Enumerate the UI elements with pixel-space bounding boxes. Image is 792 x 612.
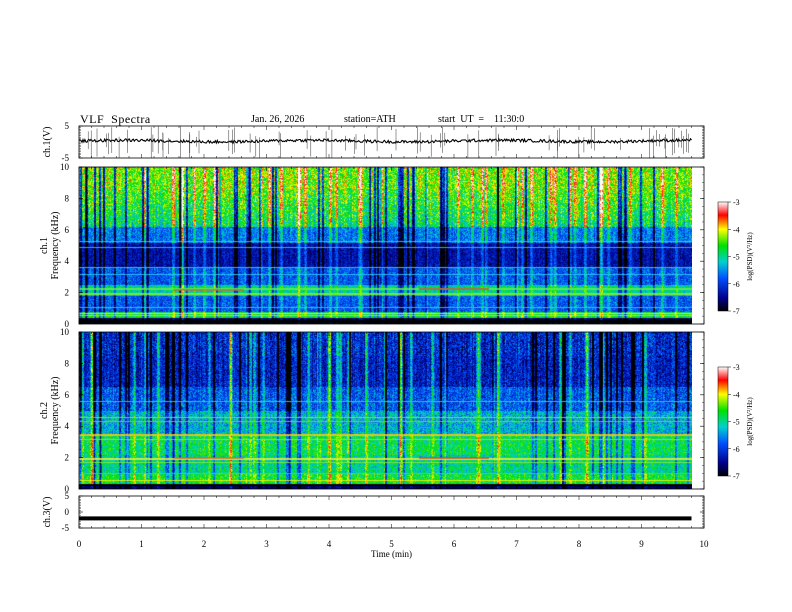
ch1-spectrogram-image-canvas — [79, 167, 692, 324]
ch1-spectrogram-image — [79, 167, 692, 324]
ch2-spectrogram-image-canvas — [79, 332, 692, 489]
ch1-wave-y-tick-label: 5 — [65, 121, 70, 131]
ch1-colorbar-label: log(PSD)(V²/Hz) — [746, 232, 754, 281]
ch1-spec-ylabel-b: Frequency (kHz) — [50, 211, 61, 279]
x-axis-label: Time (min) — [371, 549, 412, 559]
ch2-spectrogram-image — [79, 332, 692, 489]
ch1-colorbar-tick-label: -6 — [733, 280, 740, 289]
ch1-colorbar-bar — [717, 201, 729, 312]
x-tick-label: 0 — [77, 539, 82, 549]
ch1-spec-y-tick-label: 4 — [65, 256, 70, 266]
ch2-colorbar-tick-label: -4 — [733, 390, 740, 399]
x-tick-label: 2 — [202, 539, 207, 549]
ch2-spec-y-tick-label: 2 — [65, 453, 70, 463]
ch1-colorbar-tick-label: -7 — [733, 307, 740, 316]
ch1-colorbar-tick-label: -4 — [733, 225, 740, 234]
vlf-figure: 0 1 2 3 4 5 6 7 8 9 10Time (min)5-5024681002468105… — [39, 121, 754, 559]
ch3-wave-y-tick-label: 5 — [65, 491, 70, 501]
ch3-wave-ylabel: ch.3(V) — [42, 497, 53, 528]
x-tick-label: 8 — [577, 539, 582, 549]
ch1-colorbar-tick-label: -3 — [733, 198, 740, 207]
x-tick-label: 9 — [639, 539, 644, 549]
ch3-waveform-frame — [78, 495, 705, 529]
x-tick-label: 7 — [514, 539, 519, 549]
ch2-spec-y-tick-label: 4 — [65, 421, 70, 431]
ch1-spec-y-tick-label: 10 — [60, 162, 70, 172]
ch2-colorbar-tick-label: -5 — [733, 418, 740, 427]
ch2-spec-y-tick-label: 8 — [65, 358, 70, 368]
ch3-wave-y-tick-label: 0 — [65, 507, 70, 517]
x-tick-label: 3 — [264, 539, 269, 549]
ch2-spec-y-tick-label: 10 — [60, 327, 70, 337]
ch2-spec-ylabel-b: Frequency (kHz) — [50, 376, 61, 444]
ch1-spec-y-tick-label: 6 — [65, 225, 70, 235]
x-tick-label: 1 — [139, 539, 144, 549]
ch1-spec-y-tick-label: 8 — [65, 193, 70, 203]
ch2-spec-y-tick-label: 6 — [65, 390, 70, 400]
ch1-wave-ylabel: ch.1(V) — [42, 127, 53, 158]
ch1-colorbar-tick-label: -5 — [733, 253, 740, 262]
ch2-colorbar-label: log(PSD)(V²/Hz) — [746, 397, 754, 446]
x-tick-label: 10 — [700, 539, 710, 549]
x-tick-label: 6 — [452, 539, 457, 549]
ch2-colorbar-tick-label: -3 — [733, 363, 740, 372]
ch3-wave-y-tick-label: -5 — [62, 523, 70, 533]
ch1-spec-ylabel-a: ch.1 — [39, 237, 50, 254]
x-tick-label: 4 — [327, 539, 332, 549]
ch1-spec-y-tick-label: 2 — [65, 288, 70, 298]
ch1-waveform-trace — [78, 137, 692, 145]
x-tick-label: 5 — [389, 539, 394, 549]
ch2-colorbar-tick-label: -6 — [733, 445, 740, 454]
ch2-colorbar-tick-label: -7 — [733, 472, 740, 481]
ch2-colorbar-bar — [717, 366, 729, 477]
ch2-spec-ylabel-a: ch.2 — [39, 402, 50, 419]
ch3-waveform-trace — [79, 516, 692, 521]
